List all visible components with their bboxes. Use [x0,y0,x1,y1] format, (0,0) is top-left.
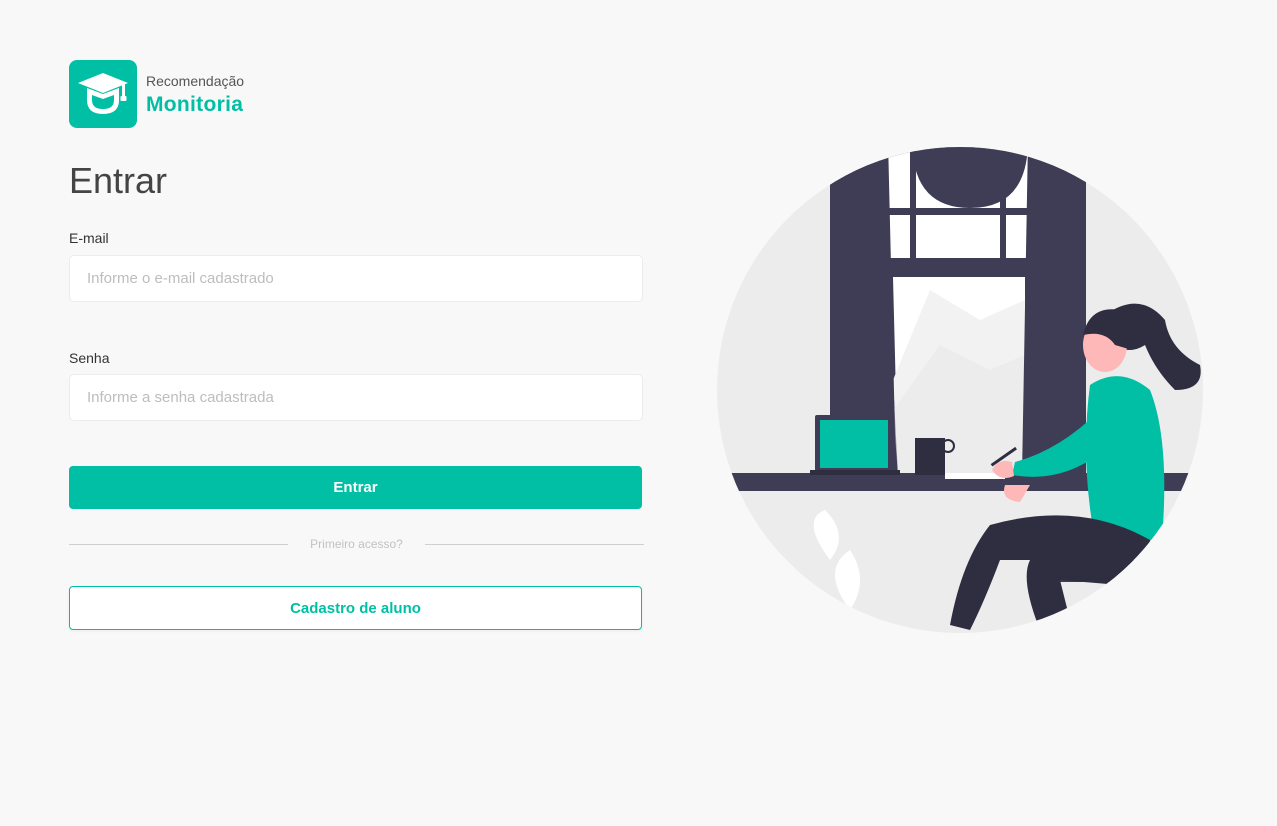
password-label: Senha [69,350,110,366]
divider-line-right [424,543,645,545]
brand-subtitle: Recomendação [146,72,245,89]
graduation-cap-icon [69,60,137,128]
password-input[interactable] [69,374,643,421]
first-access-text: Primeiro acesso? [310,537,403,551]
student-register-button[interactable]: Cadastro de aluno [69,586,642,630]
brand-text: Recomendação Monitoria [146,74,244,115]
divider-line-left [69,543,289,545]
brand-logo: Recomendação Monitoria [69,60,244,128]
login-page: Recomendação Monitoria Entrar E-mail Sen… [0,0,1277,826]
brand-name: Monitoria [146,92,244,116]
email-input[interactable] [69,255,643,302]
page-title: Entrar [69,160,168,201]
email-label: E-mail [69,230,109,246]
first-access-divider: Primeiro acesso? [69,534,645,554]
login-button[interactable]: Entrar [69,466,642,509]
woman-at-window-desk-illustration [700,140,1220,640]
